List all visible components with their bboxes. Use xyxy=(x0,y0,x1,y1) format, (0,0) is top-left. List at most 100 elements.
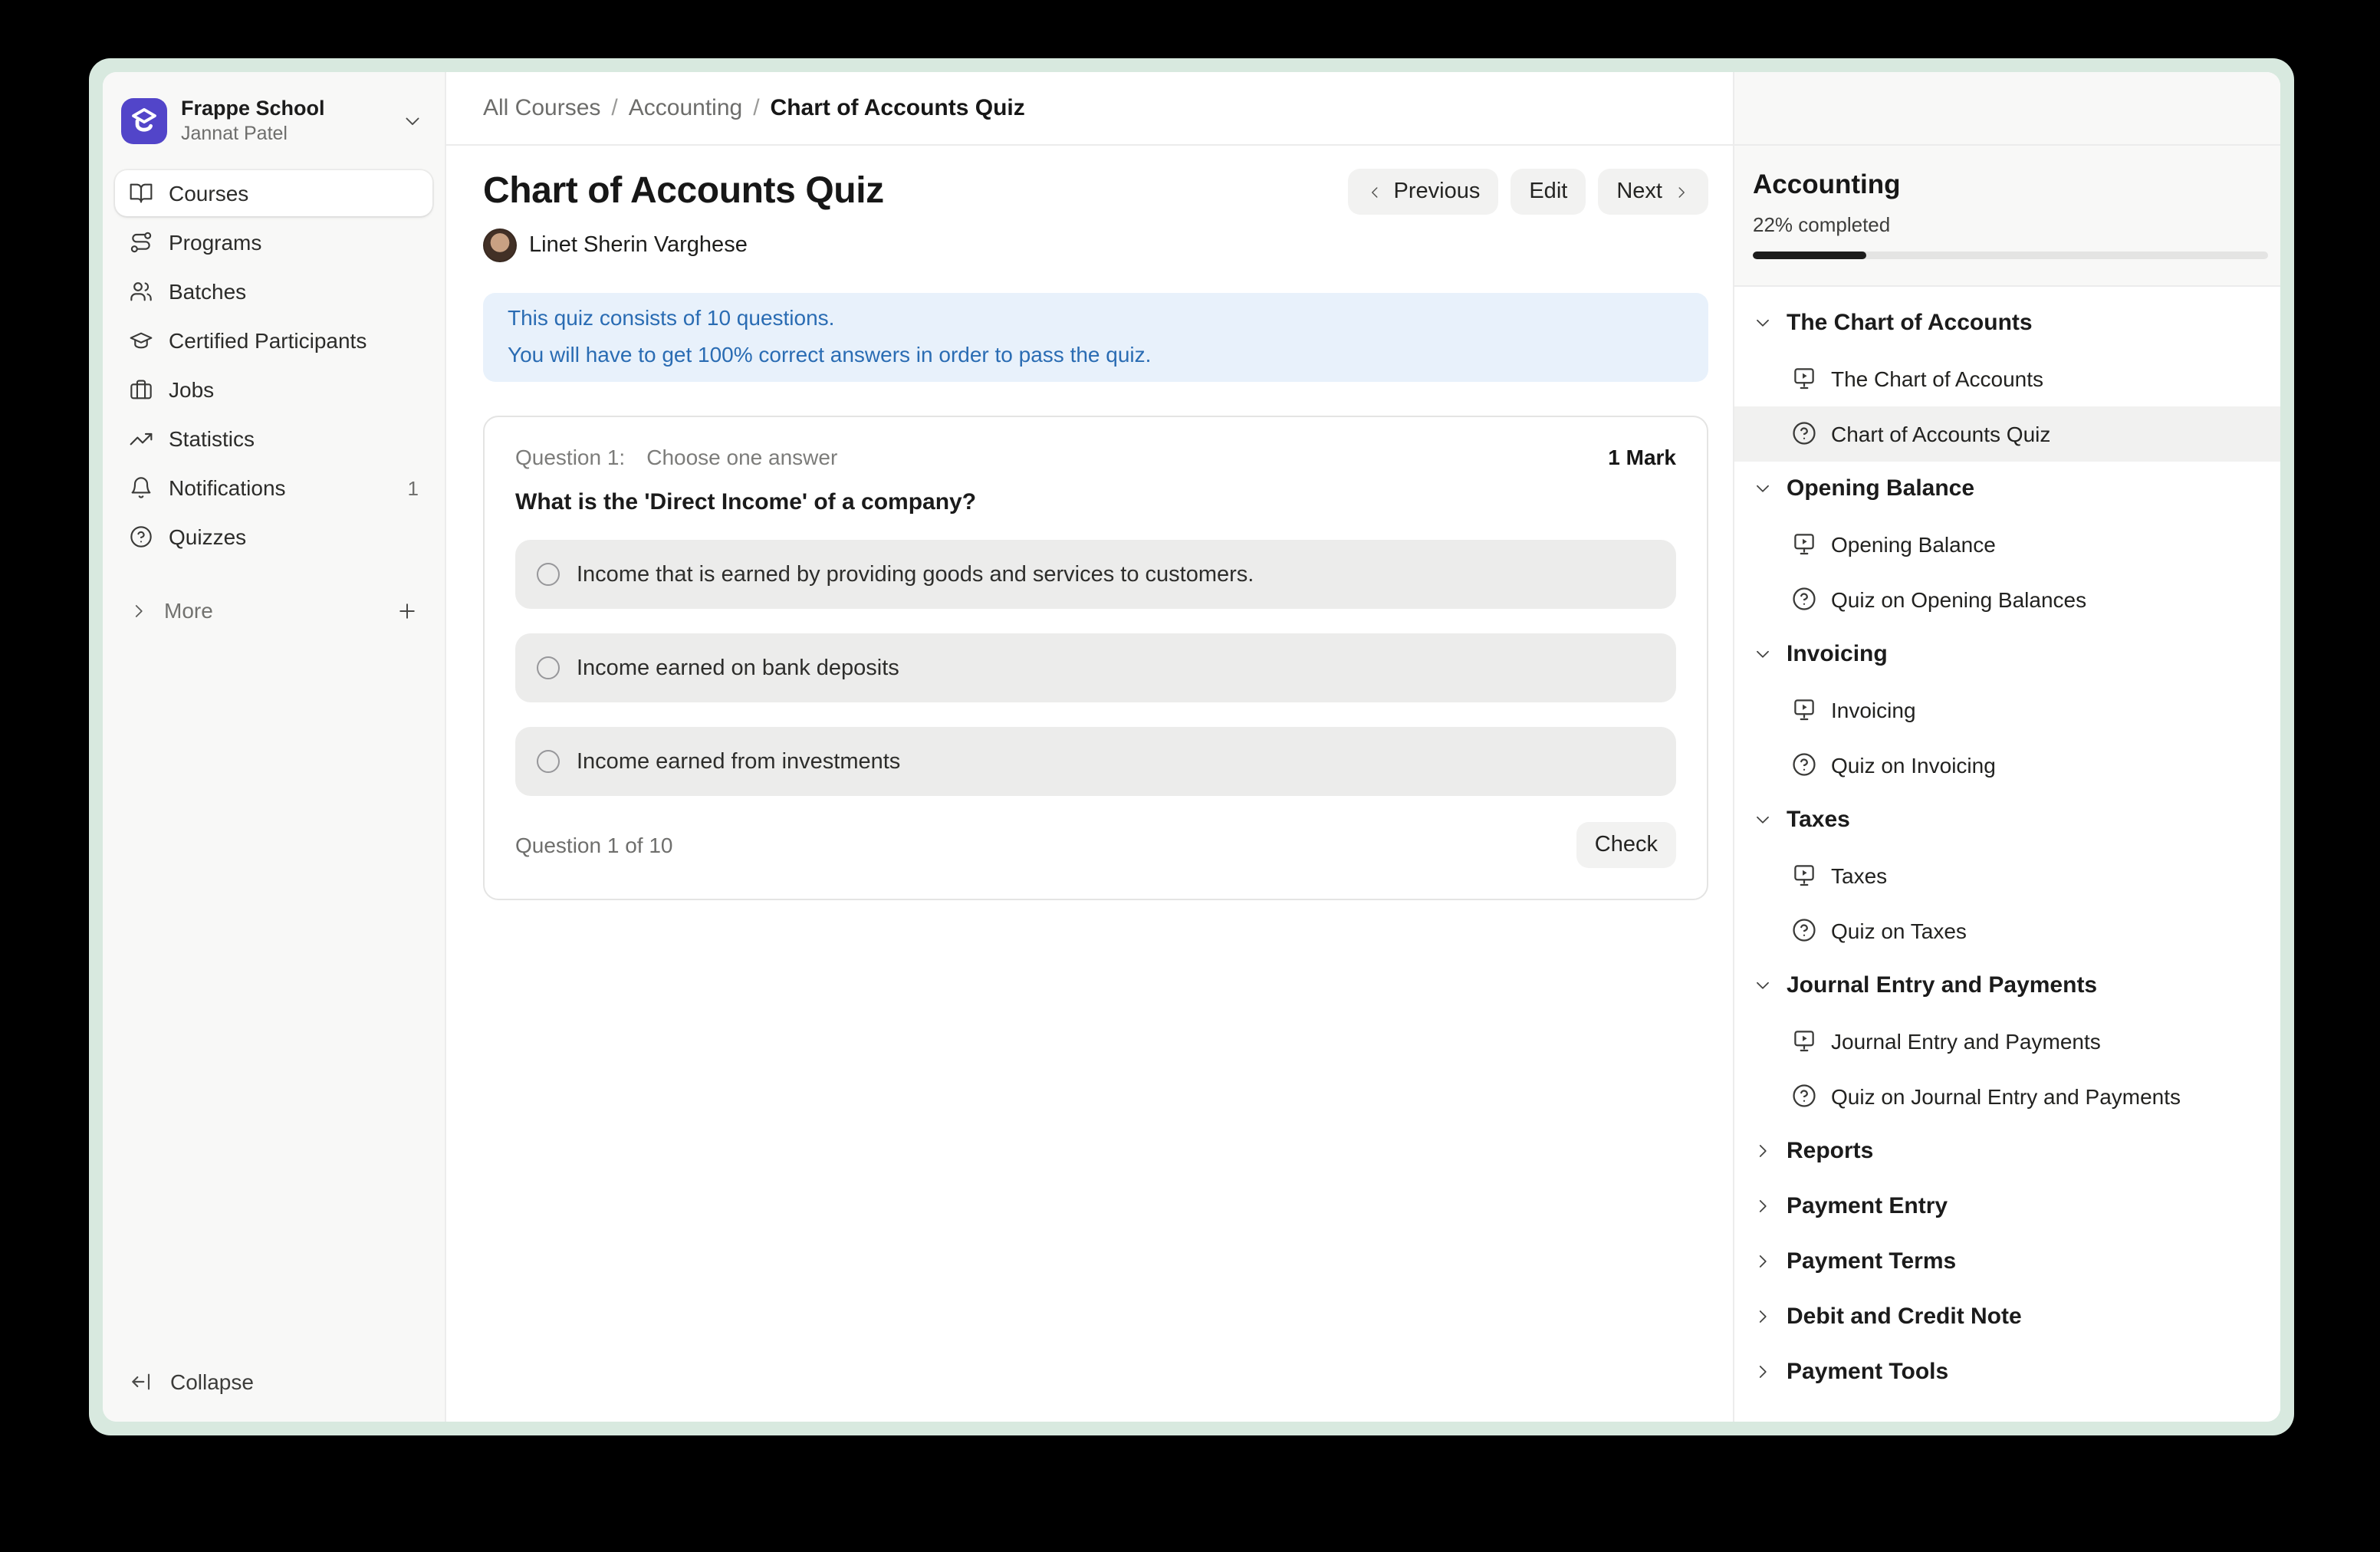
lesson-icon xyxy=(1791,862,1817,888)
breadcrumb-current: Chart of Accounts Quiz xyxy=(771,95,1025,121)
quiz-icon xyxy=(1791,1083,1817,1109)
graduation-cap-icon xyxy=(129,328,153,353)
question-footer: Question 1 of 10 Check xyxy=(515,822,1676,868)
outline-item-quiz-on-invoicing[interactable]: Quiz on Invoicing xyxy=(1734,737,2280,792)
outline-section-taxes[interactable]: Taxes xyxy=(1734,792,2280,847)
workspace-switcher[interactable]: Frappe School Jannat Patel xyxy=(115,86,432,155)
main-content: Chart of Accounts Quiz Previous Edit Nex… xyxy=(446,146,1733,1422)
workspace-text: Frappe School Jannat Patel xyxy=(181,95,388,146)
next-button[interactable]: Next xyxy=(1598,169,1708,215)
chevron-right-icon xyxy=(1753,1251,1773,1271)
help-circle-icon xyxy=(129,524,153,549)
workspace-name: Frappe School xyxy=(181,95,388,121)
title-row: Chart of Accounts Quiz Previous Edit Nex… xyxy=(483,169,1708,215)
users-icon xyxy=(129,279,153,304)
workspace-subtitle: Jannat Patel xyxy=(181,121,388,146)
course-panel: Accounting 22% completed The Chart of Ac… xyxy=(1733,72,2280,1422)
sidebar-item-courses[interactable]: Courses xyxy=(115,170,432,216)
quiz-icon xyxy=(1791,586,1817,612)
sidebar-item-certified-participants[interactable]: Certified Participants xyxy=(115,317,432,363)
sidebar-nav: Courses Programs Batches Certified Parti… xyxy=(115,170,432,560)
breadcrumb-separator: / xyxy=(753,95,759,121)
radio-button[interactable] xyxy=(537,563,560,586)
breadcrumb-accounting[interactable]: Accounting xyxy=(629,95,742,121)
outline-section-opening-balance[interactable]: Opening Balance xyxy=(1734,461,2280,516)
answer-option-3[interactable]: Income earned from investments xyxy=(515,727,1676,796)
outline-item-quiz-on-taxes[interactable]: Quiz on Taxes xyxy=(1734,903,2280,958)
check-button[interactable]: Check xyxy=(1576,822,1676,868)
outline-section-reports[interactable]: Reports xyxy=(1734,1123,2280,1179)
lesson-icon xyxy=(1791,531,1817,557)
header-buttons: Previous Edit Next xyxy=(1348,169,1709,215)
sidebar-item-batches[interactable]: Batches xyxy=(115,268,432,314)
chevron-down-icon xyxy=(1753,644,1773,664)
check-icon xyxy=(2014,532,2037,555)
outline-item-chart-of-accounts-quiz[interactable]: Chart of Accounts Quiz xyxy=(1734,406,2280,461)
question-text: What is the 'Direct Income' of a company… xyxy=(515,489,1676,515)
question-card: Question 1: Choose one answer 1 Mark Wha… xyxy=(483,416,1708,900)
author-avatar xyxy=(483,229,517,262)
outline-item-quiz-on-journal-entry-and-payments[interactable]: Quiz on Journal Entry and Payments xyxy=(1734,1068,2280,1123)
chevron-right-icon xyxy=(1673,183,1690,200)
outline-section-debit-and-credit-note[interactable]: Debit and Credit Note xyxy=(1734,1289,2280,1344)
answer-option-2[interactable]: Income earned on bank deposits xyxy=(515,633,1676,702)
notice-line-2: You will have to get 100% correct answer… xyxy=(508,336,1684,373)
quiz-icon xyxy=(1791,917,1817,943)
sidebar-item-programs[interactable]: Programs xyxy=(115,219,432,265)
main-column: All Courses / Accounting / Chart of Acco… xyxy=(446,72,1733,1422)
check-icon xyxy=(1935,698,1958,721)
answer-option-1[interactable]: Income that is earned by providing goods… xyxy=(515,540,1676,609)
outline-section-journal-entry-and-payments[interactable]: Journal Entry and Payments xyxy=(1734,958,2280,1013)
sidebar-item-notifications[interactable]: Notifications 1 xyxy=(115,465,432,511)
question-label: Question 1: xyxy=(515,445,625,469)
outline-item-opening-balance[interactable]: Opening Balance xyxy=(1734,516,2280,571)
outline-section-payment-tools[interactable]: Payment Tools xyxy=(1734,1344,2280,1399)
outline-section-invoicing[interactable]: Invoicing xyxy=(1734,626,2280,682)
check-icon xyxy=(2069,422,2092,445)
plus-icon[interactable] xyxy=(396,599,419,622)
left-sidebar: Frappe School Jannat Patel Courses Progr… xyxy=(103,72,446,1422)
outline-item-quiz-on-opening-balances[interactable]: Quiz on Opening Balances xyxy=(1734,571,2280,626)
chevron-right-icon xyxy=(1753,1141,1773,1161)
outline-item-journal-entry-and-payments[interactable]: Journal Entry and Payments xyxy=(1734,1013,2280,1068)
question-progress: Question 1 of 10 xyxy=(515,833,673,857)
breadcrumb-all-courses[interactable]: All Courses xyxy=(483,95,600,121)
lesson-icon xyxy=(1791,696,1817,722)
chevron-down-icon xyxy=(1753,975,1773,995)
chevron-right-icon xyxy=(129,600,149,620)
app-window: Frappe School Jannat Patel Courses Progr… xyxy=(89,58,2294,1435)
route-icon xyxy=(129,230,153,255)
outline-section-payment-entry[interactable]: Payment Entry xyxy=(1734,1179,2280,1234)
more-label: More xyxy=(164,598,213,623)
sidebar-item-quizzes[interactable]: Quizzes xyxy=(115,514,432,560)
radio-button[interactable] xyxy=(537,656,560,679)
author-row: Linet Sherin Varghese xyxy=(483,229,1708,262)
course-progress-fill xyxy=(1753,252,1866,258)
page-title: Chart of Accounts Quiz xyxy=(483,170,884,213)
check-icon xyxy=(2062,367,2085,390)
breadcrumb-separator: / xyxy=(611,95,617,121)
lesson-icon xyxy=(1791,1028,1817,1054)
previous-button[interactable]: Previous xyxy=(1348,169,1499,215)
course-panel-topbar xyxy=(1734,72,2280,146)
quiz-icon xyxy=(1791,420,1817,446)
chevron-right-icon xyxy=(1753,1196,1773,1216)
sidebar-item-jobs[interactable]: Jobs xyxy=(115,367,432,413)
outline-item-taxes[interactable]: Taxes xyxy=(1734,847,2280,903)
outline-item-invoicing[interactable]: Invoicing xyxy=(1734,682,2280,737)
edit-button[interactable]: Edit xyxy=(1511,169,1586,215)
question-marks: 1 Mark xyxy=(1608,445,1676,469)
course-progressbar xyxy=(1753,252,2268,258)
bell-icon xyxy=(129,475,153,500)
chevron-down-icon xyxy=(1753,313,1773,333)
outline-section-the-chart-of-accounts[interactable]: The Chart of Accounts xyxy=(1734,295,2280,350)
outline-section-payment-terms[interactable]: Payment Terms xyxy=(1734,1234,2280,1289)
sidebar-item-statistics[interactable]: Statistics xyxy=(115,416,432,462)
quiz-notice: This quiz consists of 10 questions. You … xyxy=(483,293,1708,382)
sidebar-more[interactable]: More xyxy=(115,587,432,633)
collapse-icon xyxy=(129,1370,153,1394)
collapse-button[interactable]: Collapse xyxy=(115,1357,432,1406)
radio-button[interactable] xyxy=(537,750,560,773)
outline-item-the-chart-of-accounts[interactable]: The Chart of Accounts xyxy=(1734,350,2280,406)
question-instruction: Choose one answer xyxy=(646,445,837,469)
